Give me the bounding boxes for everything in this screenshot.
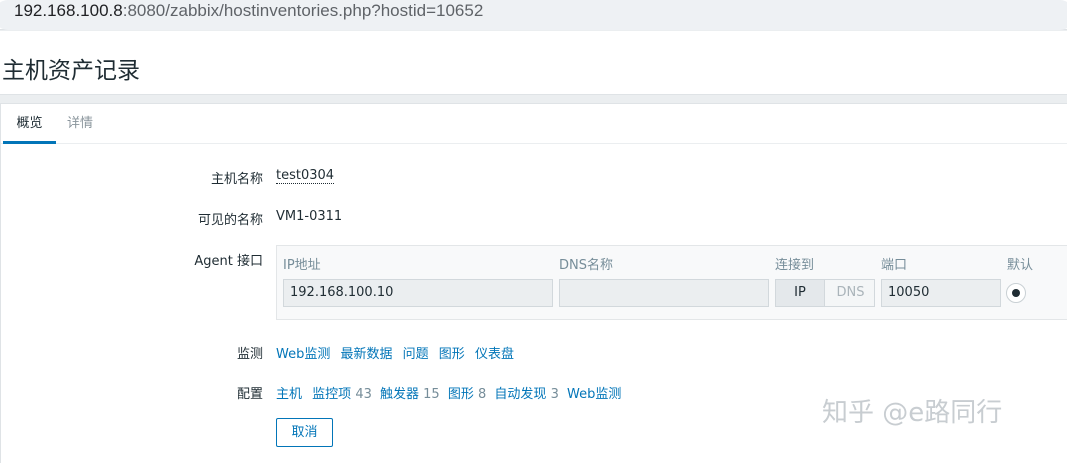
host-name-label: 主机名称 (210, 172, 263, 187)
cancel-button[interactable]: 取消 (276, 418, 333, 447)
host-name-value[interactable]: test0304 (276, 168, 335, 184)
tab-bar: 概览 详情 (1, 104, 1067, 144)
browser-url-bar: 192.168.100.8:8080/zabbix/hostinventorie… (0, 0, 1067, 30)
config-graphs-count: 8 (478, 387, 487, 402)
monitoring-dashboards-link[interactable]: 仪表盘 (475, 347, 514, 362)
url-path: :8080/zabbix/hostinventories.php?hostid=… (122, 1, 484, 20)
address-bar[interactable]: 192.168.100.8:8080/zabbix/hostinventorie… (0, 0, 1067, 30)
watermark-text: 知乎 @e路同行 (822, 398, 1003, 428)
config-items-count: 43 (355, 387, 372, 402)
monitoring-latest-data-link[interactable]: 最新数据 (340, 347, 392, 362)
configuration-links: 主机 监控项 43 触发器 15 图形 8 自动发现 3 Web监测 (276, 383, 621, 402)
monitoring-web-link[interactable]: Web监测 (276, 347, 330, 362)
tab-overview[interactable]: 概览 (3, 104, 56, 144)
config-host-link[interactable]: 主机 (276, 387, 302, 402)
ip-address-field: 192.168.100.10 (283, 279, 553, 307)
connect-to-header: 连接到 (775, 258, 815, 273)
port-header: 端口 (881, 258, 908, 273)
tab-details[interactable]: 详情 (67, 104, 93, 144)
config-web-link[interactable]: Web监测 (567, 387, 621, 402)
url-text[interactable]: 192.168.100.8:8080/zabbix/hostinventorie… (14, 1, 483, 21)
connect-ip-option: IP (776, 280, 825, 306)
config-items-link[interactable]: 监控项 (312, 387, 351, 402)
port-field: 10050 (881, 279, 1001, 307)
default-radio (1006, 283, 1026, 303)
monitoring-links: Web监测 最新数据 问题 图形 仪表盘 (276, 343, 514, 362)
monitoring-label: 监测 (236, 347, 263, 362)
config-discovery-link[interactable]: 自动发现 (494, 387, 546, 402)
monitoring-graphs-link[interactable]: 图形 (439, 347, 465, 362)
connect-dns-option: DNS (836, 285, 865, 300)
page-title: 主机资产记录 (2, 58, 140, 84)
agent-interface-table: IP地址 DNS名称 连接到 端口 默认 192.168.100.10 IP D… (276, 245, 1067, 320)
monitoring-problems-link[interactable]: 问题 (403, 347, 429, 362)
config-discovery-count: 3 (550, 387, 559, 402)
config-graphs-link[interactable]: 图形 (448, 387, 474, 402)
configuration-label: 配置 (236, 387, 263, 402)
ip-address-header: IP地址 (283, 258, 321, 273)
default-header: 默认 (1007, 258, 1034, 273)
visible-name-label: 可见的名称 (197, 213, 263, 228)
url-host: 192.168.100.8 (14, 1, 123, 20)
dns-name-header: DNS名称 (559, 258, 613, 273)
agent-interface-label: Agent 接口 (194, 254, 263, 269)
connect-to-toggle: IP DNS (775, 279, 875, 307)
dns-name-field (559, 279, 769, 307)
config-triggers-count: 15 (423, 387, 440, 402)
visible-name-value: VM1-0311 (276, 209, 343, 224)
config-triggers-link[interactable]: 触发器 (380, 387, 419, 402)
page-header: 主机资产记录 (0, 31, 1067, 95)
